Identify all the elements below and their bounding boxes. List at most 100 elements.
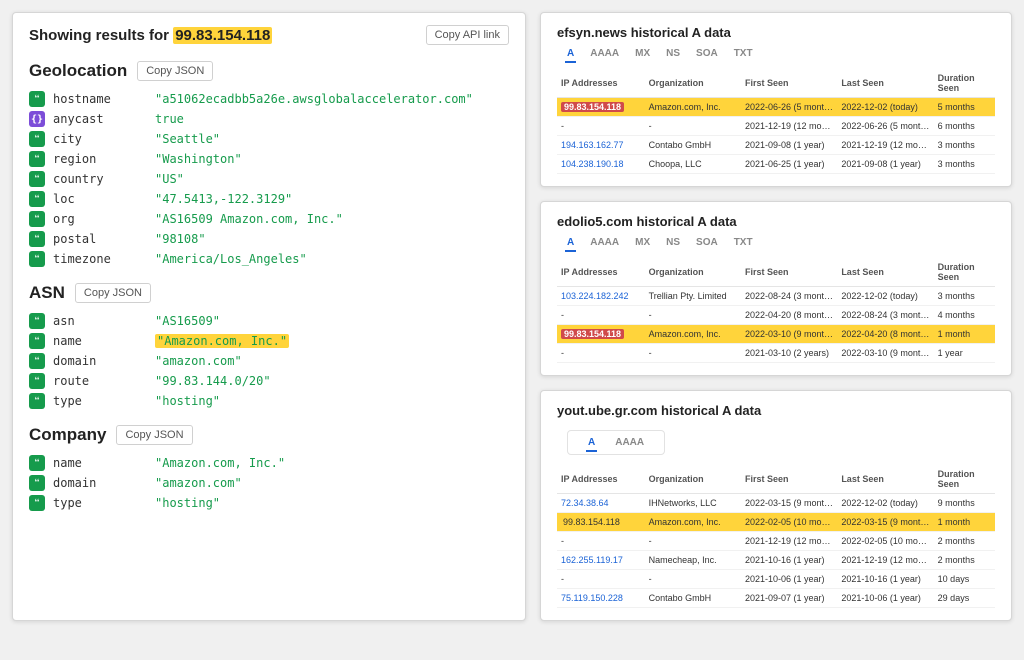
cell-duration: 3 months xyxy=(934,155,995,174)
string-type-icon: ❝ xyxy=(29,313,45,329)
cell-first-seen: 2022-03-15 (9 months) xyxy=(741,494,837,513)
string-type-icon: ❝ xyxy=(29,495,45,511)
copy-json-button[interactable]: Copy JSON xyxy=(137,61,213,81)
dns-tab-mx[interactable]: MX xyxy=(635,237,650,248)
cell-last-seen: 2022-06-26 (5 months) xyxy=(837,117,933,136)
kv-row: ❝loc"47.5413,-122.3129" xyxy=(29,189,509,209)
cell-duration: 5 months xyxy=(934,98,995,117)
kv-row: ❝domain"amazon.com" xyxy=(29,351,509,371)
copy-json-button[interactable]: Copy JSON xyxy=(75,283,151,303)
cell-duration: 1 month xyxy=(934,325,995,344)
cell-org: Namecheap, Inc. xyxy=(645,551,741,570)
dns-tab-mx[interactable]: MX xyxy=(635,48,650,59)
string-type-icon: ❝ xyxy=(29,373,45,389)
dns-record-tabs: AAAAAMXNSSOATXT xyxy=(567,48,995,59)
cell-duration: 1 year xyxy=(934,344,995,363)
kv-row: ❝timezone"America/Los_Angeles" xyxy=(29,249,509,269)
kv-row: ❝domain"amazon.com" xyxy=(29,473,509,493)
copy-json-button[interactable]: Copy JSON xyxy=(116,425,192,445)
col-first-seen: First Seen xyxy=(741,465,837,494)
cell-ip[interactable]: 162.255.119.17 xyxy=(557,551,645,570)
kv-value: "amazon.com" xyxy=(155,354,242,368)
dns-tab-aaaa[interactable]: AAAA xyxy=(590,48,619,59)
kv-row: ❝type"hosting" xyxy=(29,391,509,411)
kv-value: "Washington" xyxy=(155,152,242,166)
kv-row: ❝name"Amazon.com, Inc." xyxy=(29,331,509,351)
cell-ip[interactable]: 104.238.190.18 xyxy=(557,155,645,174)
cell-org: Contabo GmbH xyxy=(645,136,741,155)
string-type-icon: ❝ xyxy=(29,231,45,247)
cell-ip[interactable]: 75.119.150.228 xyxy=(557,589,645,608)
table-row: 99.83.154.118Amazon.com, Inc.2022-03-10 … xyxy=(557,325,995,344)
table-row: 103.224.182.242Trellian Pty. Limited2022… xyxy=(557,287,995,306)
cell-ip[interactable]: 72.34.38.64 xyxy=(557,494,645,513)
kv-key: org xyxy=(53,212,147,226)
dns-tab-a[interactable]: A xyxy=(567,48,574,59)
col-org: Organization xyxy=(645,258,741,287)
table-row: 72.34.38.64IHNetworks, LLC2022-03-15 (9 … xyxy=(557,494,995,513)
cell-ip[interactable]: 103.224.182.242 xyxy=(557,287,645,306)
historical-table: IP Addresses Organization First Seen Las… xyxy=(557,465,995,608)
string-type-icon: ❝ xyxy=(29,455,45,471)
dns-tab-txt[interactable]: TXT xyxy=(734,237,753,248)
table-row: --2022-04-20 (8 months)2022-08-24 (3 mon… xyxy=(557,306,995,325)
cell-org: - xyxy=(645,570,741,589)
cell-ip[interactable]: 194.163.162.77 xyxy=(557,136,645,155)
cell-duration: 3 months xyxy=(934,287,995,306)
cell-last-seen: 2022-12-02 (today) xyxy=(837,98,933,117)
col-org: Organization xyxy=(645,465,741,494)
copy-api-link-button[interactable]: Copy API link xyxy=(426,25,509,45)
dns-tab-ns[interactable]: NS xyxy=(666,48,680,59)
cell-org: Amazon.com, Inc. xyxy=(645,325,741,344)
string-type-icon: ❝ xyxy=(29,191,45,207)
kv-value: "amazon.com" xyxy=(155,476,242,490)
cell-first-seen: 2022-04-20 (8 months) xyxy=(741,306,837,325)
dns-tab-soa[interactable]: SOA xyxy=(696,48,718,59)
dns-tab-a[interactable]: A xyxy=(588,437,595,448)
ip-details-panel: Showing results for 99.83.154.118 Copy A… xyxy=(12,12,526,621)
table-row: --2021-12-19 (12 months)2022-02-05 (10 m… xyxy=(557,532,995,551)
cell-last-seen: 2022-03-15 (9 months) xyxy=(837,513,933,532)
col-org: Organization xyxy=(645,69,741,98)
cell-last-seen: 2021-09-08 (1 year) xyxy=(837,155,933,174)
cell-org: - xyxy=(645,117,741,136)
kv-row: ❝org"AS16509 Amazon.com, Inc." xyxy=(29,209,509,229)
cell-first-seen: 2022-08-24 (3 months) xyxy=(741,287,837,306)
kv-value: "99.83.144.0/20" xyxy=(155,374,271,388)
cell-ip: - xyxy=(557,117,645,136)
dns-tab-txt[interactable]: TXT xyxy=(734,48,753,59)
kv-key: loc xyxy=(53,192,147,206)
dns-tab-ns[interactable]: NS xyxy=(666,237,680,248)
col-ip: IP Addresses xyxy=(557,69,645,98)
kv-value: "Amazon.com, Inc." xyxy=(155,456,285,470)
kv-row: ❝country"US" xyxy=(29,169,509,189)
kv-value: "98108" xyxy=(155,232,206,246)
kv-value: "US" xyxy=(155,172,184,186)
dns-tab-aaaa[interactable]: AAAA xyxy=(590,237,619,248)
historical-table: IP Addresses Organization First Seen Las… xyxy=(557,69,995,174)
cell-org: Amazon.com, Inc. xyxy=(645,98,741,117)
kv-value: "hosting" xyxy=(155,394,220,408)
cell-first-seen: 2022-06-26 (5 months) xyxy=(741,98,837,117)
kv-row: ❝route"99.83.144.0/20" xyxy=(29,371,509,391)
cell-org: - xyxy=(645,532,741,551)
cell-duration: 6 months xyxy=(934,117,995,136)
kv-value: "AS16509" xyxy=(155,314,220,328)
kv-key: type xyxy=(53,496,147,510)
cell-org: Choopa, LLC xyxy=(645,155,741,174)
cell-first-seen: 2021-09-07 (1 year) xyxy=(741,589,837,608)
dns-tab-a[interactable]: A xyxy=(567,237,574,248)
kv-value: "Seattle" xyxy=(155,132,220,146)
dns-tab-soa[interactable]: SOA xyxy=(696,237,718,248)
cell-org: Amazon.com, Inc. xyxy=(645,513,741,532)
cell-duration: 2 months xyxy=(934,532,995,551)
kv-value: "Amazon.com, Inc." xyxy=(155,334,289,348)
dns-tab-aaaa[interactable]: AAAA xyxy=(615,437,644,448)
col-duration: Duration Seen xyxy=(934,465,995,494)
cell-org: - xyxy=(645,306,741,325)
cell-ip: - xyxy=(557,306,645,325)
kv-row: ❝asn"AS16509" xyxy=(29,311,509,331)
historical-panel-3: yout.ube.gr.com historical A data AAAAA … xyxy=(540,390,1012,621)
cell-duration: 29 days xyxy=(934,589,995,608)
table-row: 162.255.119.17Namecheap, Inc.2021-10-16 … xyxy=(557,551,995,570)
